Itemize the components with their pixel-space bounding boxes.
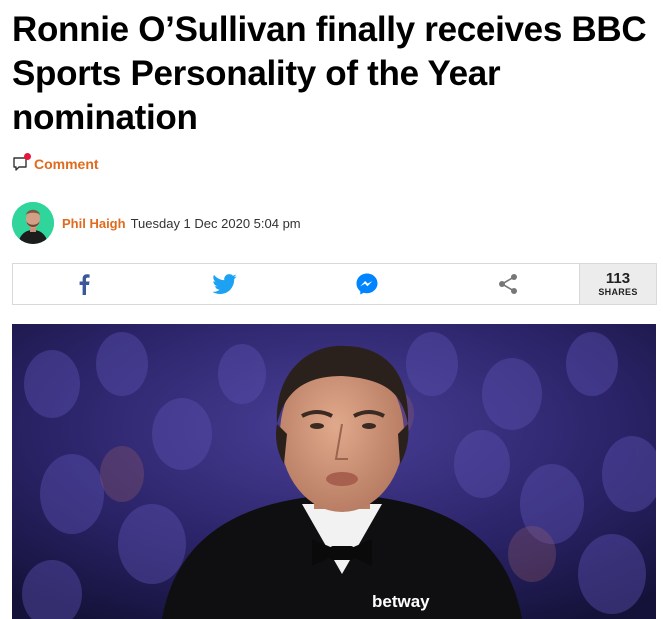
article-headline: Ronnie O’Sullivan finally receives BBC S… <box>12 10 647 137</box>
share-icon <box>498 273 518 295</box>
publish-date: Tuesday 1 Dec 2020 5:04 pm <box>130 215 301 231</box>
author-name[interactable]: Phil Haigh <box>62 216 126 231</box>
hero-image: betway <box>12 324 656 619</box>
facebook-icon <box>78 273 90 295</box>
share-count-label: SHARES <box>598 286 638 297</box>
comment-label: Comment <box>34 156 99 172</box>
author-avatar[interactable] <box>12 202 54 244</box>
share-bar: 113 SHARES <box>12 263 657 305</box>
comment-icon <box>12 153 31 173</box>
twitter-icon <box>213 274 237 294</box>
comment-link[interactable]: Comment <box>12 152 99 176</box>
byline: Phil Haigh Tuesday 1 Dec 2020 5:04 pm <box>12 202 301 244</box>
share-count: 113 SHARES <box>579 264 656 304</box>
share-button[interactable] <box>438 264 580 304</box>
share-count-number: 113 <box>605 269 631 287</box>
notification-dot <box>24 153 31 160</box>
messenger-share-button[interactable] <box>296 264 438 304</box>
messenger-icon <box>356 273 378 295</box>
sponsor-logo-text: betway <box>372 592 430 611</box>
facebook-share-button[interactable] <box>13 264 155 304</box>
twitter-share-button[interactable] <box>155 264 297 304</box>
